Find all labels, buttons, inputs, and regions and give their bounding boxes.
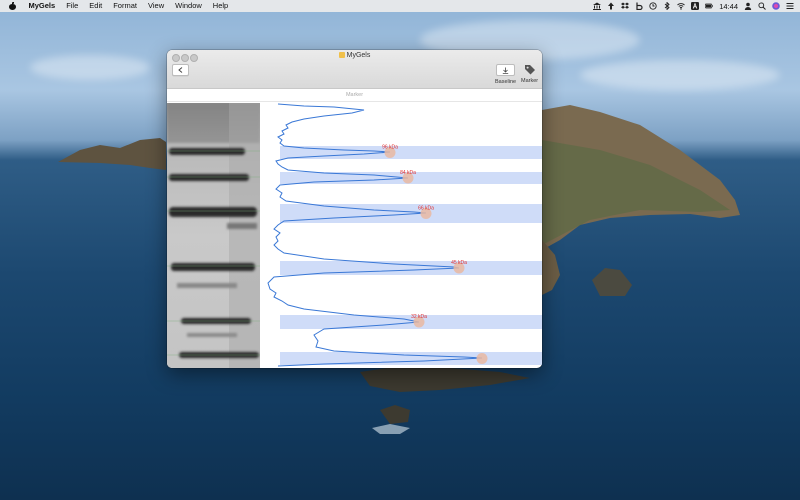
upload-icon[interactable]: [607, 2, 615, 10]
siri-icon[interactable]: [772, 2, 780, 10]
gel-image[interactable]: [167, 103, 260, 368]
chevron-left-icon: [178, 67, 183, 73]
mode-subbar[interactable]: Marker: [167, 89, 542, 102]
notification-center-icon[interactable]: [786, 2, 794, 10]
peak-label: 66 kDa: [418, 206, 434, 212]
bank-icon[interactable]: [593, 2, 602, 10]
window-titlebar[interactable]: MyGels Baseline Marker: [167, 50, 542, 89]
document-icon: [338, 52, 345, 58]
densitometry-plot[interactable]: 96 kDa 84 kDa 66 kDa 45 kDa 32 kDa: [264, 103, 542, 368]
window-title-text: MyGels: [346, 52, 371, 59]
marker-tool[interactable]: Marker: [521, 64, 538, 84]
user-icon[interactable]: [744, 2, 752, 10]
peak-band-highlight[interactable]: [280, 352, 542, 365]
input-source-icon[interactable]: [691, 2, 700, 10]
baseline-label: Baseline: [495, 79, 517, 85]
menu-edit[interactable]: Edit: [84, 0, 108, 12]
dropbox-icon[interactable]: [621, 2, 630, 10]
bluetooth-icon[interactable]: [663, 2, 671, 10]
spotlight-search-icon[interactable]: [758, 2, 766, 10]
menubar-clock[interactable]: 14:44: [719, 2, 738, 11]
status-area: 14:44: [593, 0, 794, 12]
peak-band-highlight[interactable]: [280, 146, 542, 159]
battery-icon[interactable]: [705, 2, 714, 10]
tag-icon[interactable]: [524, 64, 536, 75]
marker-label: Marker: [521, 78, 539, 84]
menu-window[interactable]: Window: [170, 0, 208, 12]
menu-view[interactable]: View: [142, 0, 169, 12]
baseline-button[interactable]: [496, 64, 516, 76]
apple-menu-icon[interactable]: [9, 2, 16, 10]
menu-app-name[interactable]: MyGels: [23, 0, 61, 12]
menu-file[interactable]: File: [61, 0, 84, 12]
menu-format[interactable]: Format: [108, 0, 143, 12]
peak-label: 84 kDa: [400, 170, 416, 176]
peak-marker[interactable]: [476, 353, 488, 364]
menu-help[interactable]: Help: [207, 0, 233, 12]
window-title: MyGels: [167, 52, 542, 59]
back-button[interactable]: [172, 64, 189, 76]
menu-bar: MyGels File Edit Format View Window Help…: [0, 0, 800, 12]
mygels-window: MyGels Baseline Marker Marker 96 kDa 84 …: [167, 50, 542, 368]
peak-label: 32 kDa: [411, 314, 427, 320]
peak-label: 45 kDa: [451, 260, 467, 266]
download-arrow-icon: [502, 67, 509, 74]
b-app-icon[interactable]: [635, 2, 643, 10]
baseline-tool[interactable]: Baseline: [495, 64, 516, 85]
time-machine-icon[interactable]: [649, 2, 657, 10]
wifi-icon[interactable]: [677, 2, 686, 10]
peak-label: 96 kDa: [382, 145, 398, 151]
